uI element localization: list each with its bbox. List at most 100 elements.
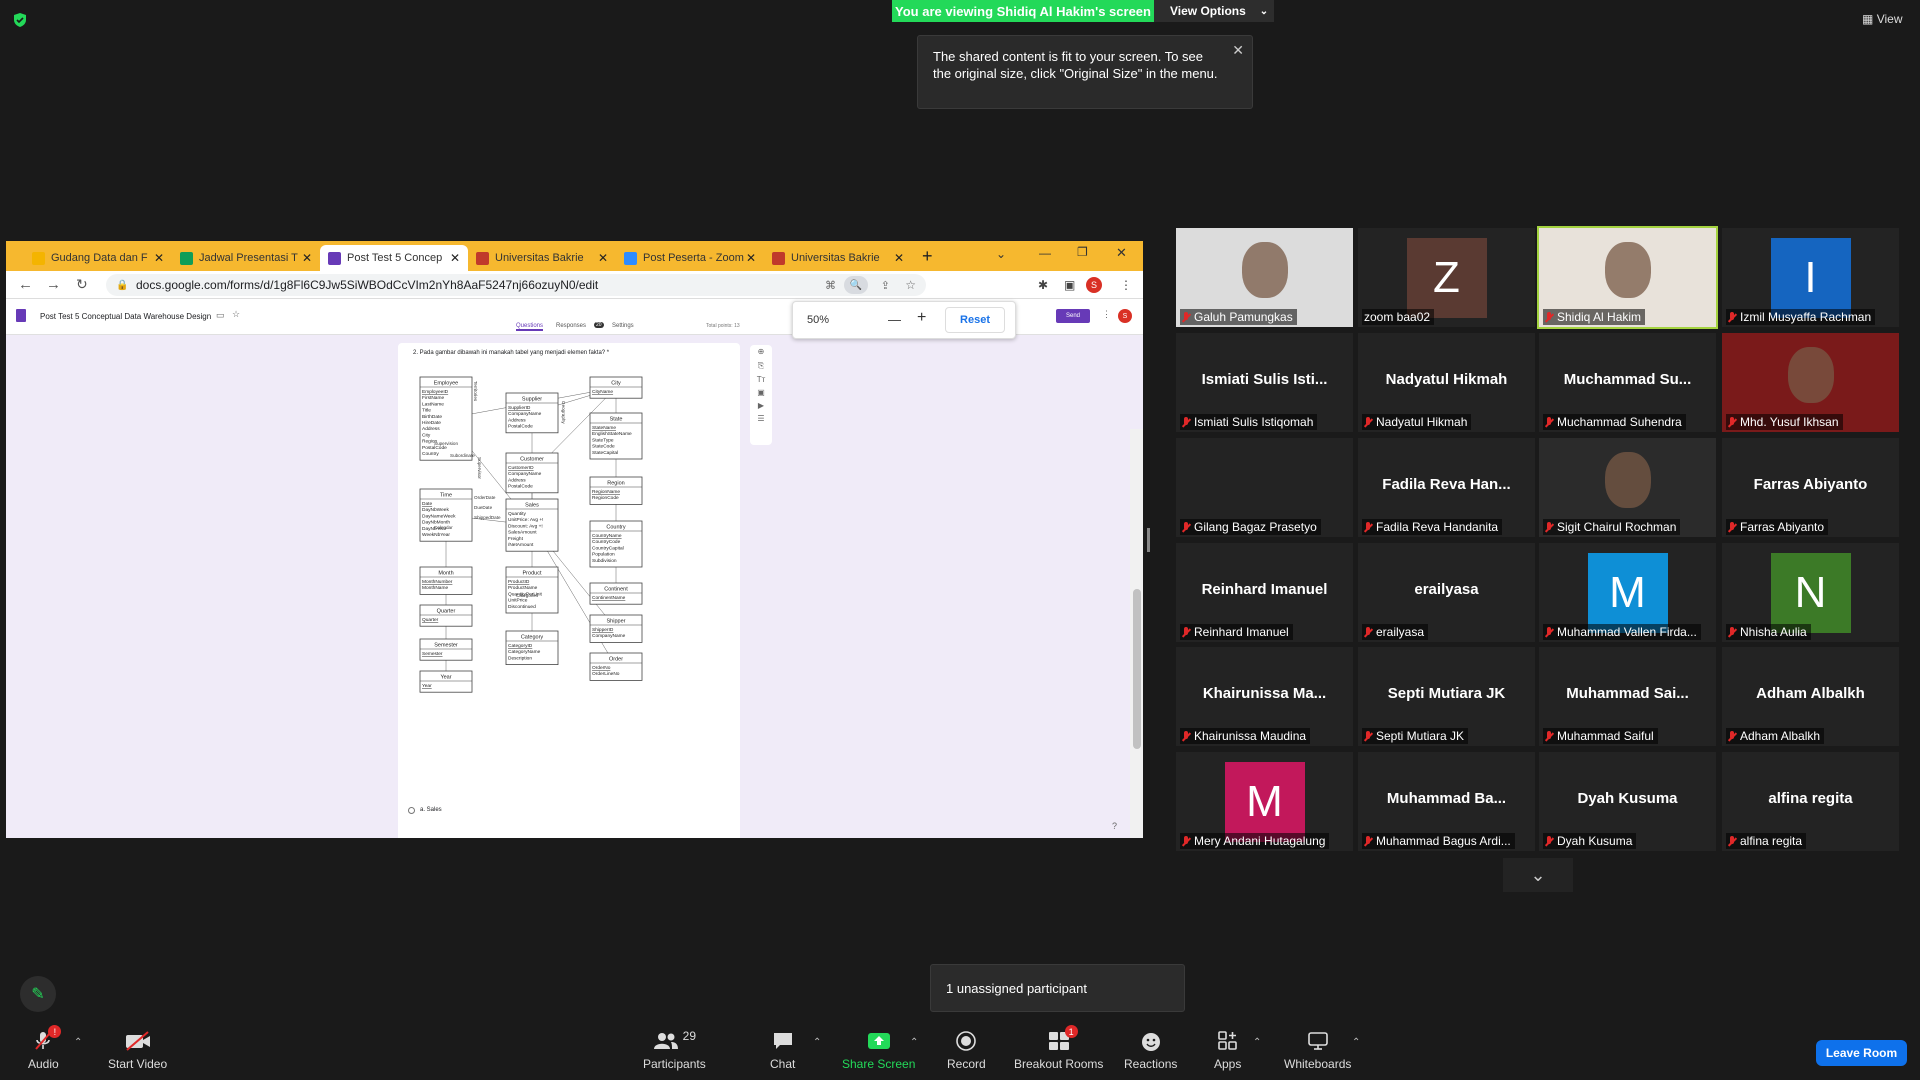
share-icon[interactable]: ⇪ [881, 279, 890, 292]
forward-icon[interactable]: → [46, 276, 61, 293]
participant-tile[interactable]: Septi Mutiara JK Septi Mutiara JK [1358, 647, 1535, 746]
start-video-label: Start Video [108, 1057, 168, 1071]
side-panel-icon[interactable]: ▣ [1064, 278, 1075, 292]
chat-options-caret[interactable]: ⌃ [813, 1037, 821, 1048]
participant-tile[interactable]: Galuh Pamungkas [1176, 228, 1353, 327]
participant-tile[interactable]: Zzoom baa02 [1358, 228, 1535, 327]
menu-icon[interactable]: ⋮ [1120, 278, 1132, 292]
send-button[interactable]: Send [1056, 309, 1090, 323]
add-question-icon[interactable]: ⊕ [750, 347, 772, 356]
gallery-next-page-button[interactable]: ⌄ [1503, 858, 1573, 892]
view-button[interactable]: ▦ View [1862, 12, 1902, 26]
leave-room-button[interactable]: Leave Room [1816, 1040, 1907, 1066]
gallery-splitter[interactable] [1147, 528, 1150, 552]
tab-responses[interactable]: Responses [556, 323, 586, 329]
url-field[interactable]: 🔒 docs.google.com/forms/d/1g8Fl6C9Jw5SiW… [106, 274, 926, 296]
participant-tile[interactable]: Farras Abiyanto Farras Abiyanto [1722, 438, 1899, 537]
participant-tile[interactable]: Nadyatul Hikmah Nadyatul Hikmah [1358, 333, 1535, 432]
security-shield-icon[interactable] [12, 12, 28, 28]
add-section-icon[interactable]: ☰ [750, 414, 772, 423]
browser-tab[interactable]: Gudang Data dan F ✕ [24, 245, 172, 271]
close-icon[interactable]: ✕ [1232, 42, 1244, 59]
audio-options-caret[interactable]: ⌃ [74, 1037, 82, 1048]
folder-icon[interactable]: ▭ [216, 310, 225, 321]
annotate-pencil-button[interactable]: ✎ [20, 976, 56, 1012]
zoom-icon[interactable]: 🔍 [844, 276, 868, 294]
account-avatar[interactable]: S [1118, 309, 1132, 323]
scrollbar-thumb[interactable] [1133, 589, 1141, 749]
audio-button[interactable]: ! Audio [28, 1025, 62, 1071]
close-tab-icon[interactable]: ✕ [154, 251, 164, 265]
whiteboards-button[interactable]: Whiteboards [1284, 1029, 1351, 1071]
help-icon[interactable]: ? [1112, 821, 1117, 831]
add-image-icon[interactable]: ▣ [750, 388, 772, 397]
close-window-icon[interactable]: ✕ [1116, 245, 1127, 261]
zoom-out-button[interactable]: — [888, 312, 901, 327]
participant-tile[interactable]: Adham Albalkh Adham Albalkh [1722, 647, 1899, 746]
add-video-icon[interactable]: ▶ [750, 401, 772, 410]
breakout-rooms-button[interactable]: 1 Breakout Rooms [1014, 1025, 1103, 1071]
bookmark-icon[interactable]: ☆ [905, 278, 916, 292]
option-a-radio[interactable] [408, 807, 415, 814]
participant-tile[interactable]: Reinhard Imanuel Reinhard Imanuel [1176, 543, 1353, 642]
add-title-icon[interactable]: Tт [750, 375, 772, 384]
new-tab-icon[interactable]: + [922, 246, 933, 267]
apps-options-caret[interactable]: ⌃ [1253, 1037, 1261, 1048]
reactions-button[interactable]: Reactions [1124, 1029, 1177, 1071]
participant-tile[interactable]: Shidiq Al Hakim [1537, 226, 1718, 329]
page-scrollbar[interactable] [1130, 429, 1143, 838]
participant-tile[interactable]: N Nhisha Aulia [1722, 543, 1899, 642]
tab-questions[interactable]: Questions [516, 323, 544, 331]
participant-tile[interactable]: Gilang Bagaz Prasetyo [1176, 438, 1353, 537]
participant-tile[interactable]: Muchammad Su... Muchammad Suhendra [1539, 333, 1716, 432]
participant-tile[interactable]: I Izmil Musyaffa Rachman [1722, 228, 1899, 327]
zoom-reset-button[interactable]: Reset [945, 307, 1005, 333]
apps-button[interactable]: Apps [1214, 1029, 1241, 1071]
reload-icon[interactable]: ↻ [76, 276, 88, 293]
translate-icon[interactable]: ⌘ [825, 279, 836, 292]
close-tab-icon[interactable]: ✕ [746, 251, 756, 265]
import-questions-icon[interactable]: ⎘ [750, 361, 772, 371]
participant-tile[interactable]: Muhammad Ba... Muhammad Bagus Ardi... [1358, 752, 1535, 851]
zoom-in-button[interactable]: + [917, 309, 926, 327]
whiteboards-options-caret[interactable]: ⌃ [1352, 1037, 1360, 1048]
browser-tab[interactable]: Universitas Bakrie ✕ [764, 245, 912, 271]
profile-avatar[interactable]: S [1086, 276, 1102, 293]
chat-button[interactable]: Chat [770, 1029, 795, 1071]
record-button[interactable]: Record [947, 1029, 986, 1071]
share-options-caret[interactable]: ⌃ [910, 1037, 918, 1048]
participant-tile[interactable]: Sigit Chairul Rochman [1539, 438, 1716, 537]
close-tab-icon[interactable]: ✕ [450, 251, 460, 265]
participant-tile[interactable]: Mhd. Yusuf Ikhsan [1722, 333, 1899, 432]
extensions-icon[interactable]: ✱ [1038, 278, 1048, 292]
participant-tile[interactable]: M Mery Andani Hutagalung [1176, 752, 1353, 851]
star-icon[interactable]: ☆ [232, 309, 240, 320]
close-tab-icon[interactable]: ✕ [302, 251, 312, 265]
participant-tile[interactable]: M Muhammad Vallen Firda... [1539, 543, 1716, 642]
share-screen-button[interactable]: Share Screen [842, 1029, 915, 1071]
shared-screen[interactable]: Gudang Data dan F ✕ Jadwal Presentasi T ✕ Po… [6, 241, 1143, 838]
participant-tile[interactable]: Fadila Reva Han... Fadila Reva Handanita [1358, 438, 1535, 537]
back-icon[interactable]: ← [18, 276, 33, 293]
participant-tile[interactable]: Dyah Kusuma Dyah Kusuma [1539, 752, 1716, 851]
participant-tile[interactable]: Muhammad Sai... Muhammad Saiful [1539, 647, 1716, 746]
participant-tile[interactable]: alfina regita alfina regita [1722, 752, 1899, 851]
start-video-button[interactable]: Start Video [108, 1029, 167, 1071]
participant-tile[interactable]: Ismiati Sulis Isti... Ismiati Sulis Istiq… [1176, 333, 1353, 432]
participants-button[interactable]: 29 Participants [643, 1029, 706, 1071]
close-tab-icon[interactable]: ✕ [894, 251, 904, 265]
close-tab-icon[interactable]: ✕ [598, 251, 608, 265]
minimize-icon[interactable]: — [1039, 246, 1051, 260]
unassigned-participant-notice[interactable]: 1 unassigned participant [930, 964, 1185, 1012]
tab-settings[interactable]: Settings [612, 323, 634, 329]
maximize-icon[interactable]: ❐ [1077, 245, 1088, 259]
view-options-button[interactable]: View Options ⌄ [1154, 0, 1274, 22]
participant-tile[interactable]: erailyasa erailyasa [1358, 543, 1535, 642]
browser-tab[interactable]: Universitas Bakrie ✕ [468, 245, 616, 271]
tab-search-icon[interactable]: ⌄ [996, 247, 1006, 261]
browser-tab[interactable]: Post Test 5 Concep ✕ [320, 245, 468, 271]
participant-tile[interactable]: Khairunissa Ma... Khairunissa Maudina [1176, 647, 1353, 746]
more-icon[interactable]: ⋮ [1102, 309, 1111, 320]
browser-tab[interactable]: Jadwal Presentasi T ✕ [172, 245, 320, 271]
browser-tab[interactable]: Post Peserta - Zoom ✕ [616, 245, 764, 271]
